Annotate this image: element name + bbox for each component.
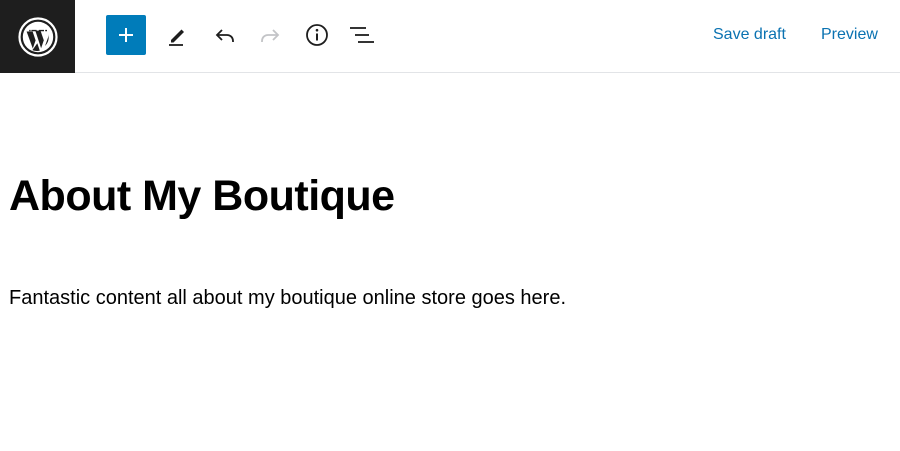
info-icon — [306, 24, 328, 46]
details-button[interactable] — [297, 15, 337, 55]
post-title[interactable]: About My Boutique — [9, 172, 395, 221]
list-view-button[interactable] — [342, 15, 382, 55]
redo-icon — [261, 29, 280, 42]
undo-button[interactable] — [205, 15, 245, 55]
add-block-button[interactable] — [106, 15, 146, 55]
wordpress-logo-button[interactable] — [0, 0, 75, 73]
preview-button[interactable]: Preview — [821, 24, 878, 46]
paragraph-block[interactable]: Fantastic content all about my boutique … — [9, 287, 566, 310]
wordpress-logo-icon — [17, 16, 58, 57]
editor-header: Save draft Preview — [0, 0, 900, 73]
list-view-icon — [350, 27, 374, 43]
save-draft-button[interactable]: Save draft — [713, 24, 786, 46]
redo-button[interactable] — [250, 15, 290, 55]
plus-icon — [119, 28, 133, 42]
pencil-icon — [169, 29, 184, 46]
tools-button[interactable] — [158, 15, 198, 55]
undo-icon — [215, 29, 234, 42]
